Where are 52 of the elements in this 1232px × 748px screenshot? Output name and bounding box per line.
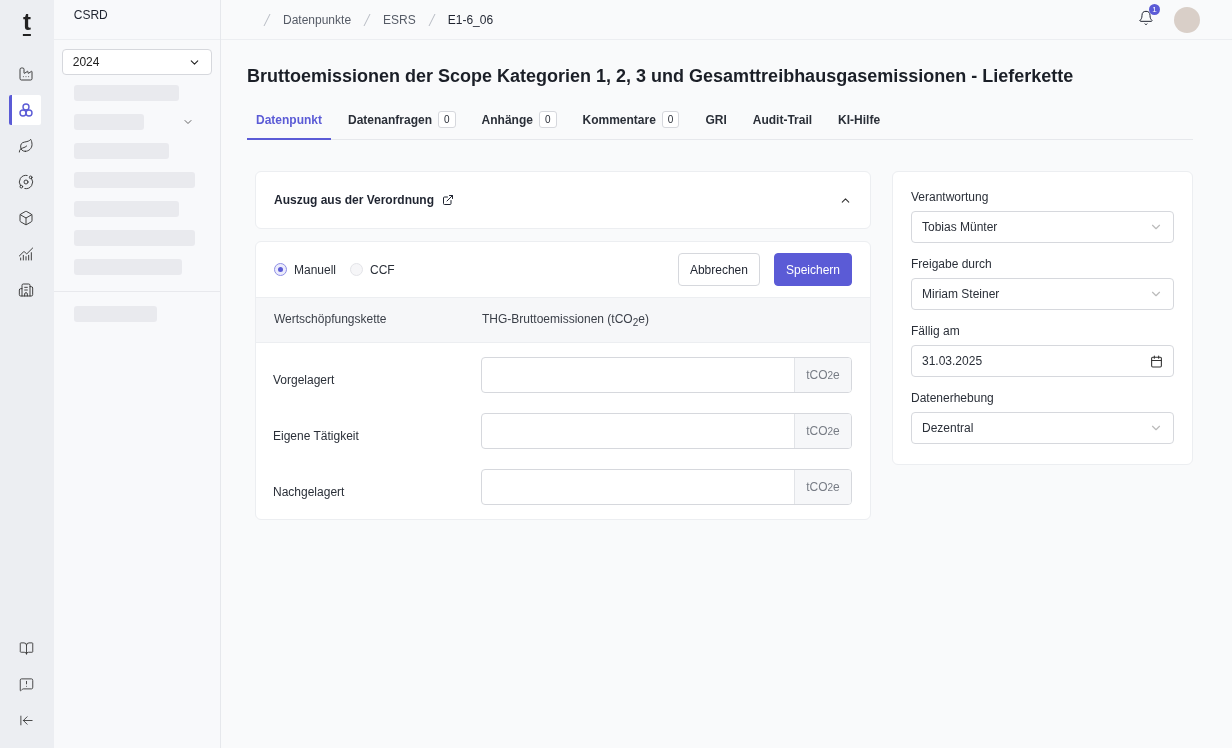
page-title: Bruttoemissionen der Scope Kategorien 1, 2, 3 und Gesamttreibhausgasemissionen - Lieferkette [247, 66, 1075, 87]
building-icon [18, 282, 35, 298]
column-header: Wertschöpfungskette [274, 312, 388, 328]
excerpt-title: Auszug aus der Verordnung [274, 193, 435, 207]
count-badge: 0 [661, 111, 680, 128]
separator-icon [363, 12, 372, 27]
separator-icon [427, 12, 436, 27]
orbit-icon [18, 174, 35, 190]
date-field[interactable]: 31.03.2025 [911, 345, 1174, 377]
box-icon [18, 210, 35, 226]
external-link-icon[interactable] [442, 194, 455, 206]
sidebar-title: CSRD [53, 0, 220, 40]
breadcrumb-link[interactable]: ESRS [383, 12, 416, 27]
chart-icon [18, 246, 35, 262]
cancel-button[interactable]: Abbrechen [677, 253, 760, 286]
notification-badge: 1 [1149, 3, 1160, 15]
select-field[interactable]: Tobias Münter [911, 211, 1174, 243]
select-field[interactable]: Dezentral [911, 412, 1174, 444]
radio-option[interactable]: Manuell [274, 262, 337, 277]
tab[interactable]: Kommentare 0 [573, 111, 689, 140]
row-label: Vorgelagert [273, 372, 336, 388]
field-label: Fällig am [911, 324, 961, 338]
save-button[interactable]: Speichern [773, 253, 852, 286]
circles-icon [18, 102, 35, 118]
message-alert-icon [18, 676, 34, 692]
logo[interactable]: t [22, 8, 31, 36]
row-label: Nachgelagert [273, 484, 346, 500]
nav-button[interactable] [8, 95, 41, 125]
tab[interactable]: Datenanfragen 0 [339, 111, 465, 140]
tab[interactable]: Anhänge 0 [472, 111, 566, 140]
separator-icon [263, 12, 271, 27]
count-badge: 0 [438, 111, 456, 128]
breadcrumb-link[interactable]: E1-6_06 [447, 12, 494, 27]
row-label: Eigene Tätigkeit [273, 428, 360, 444]
bell-icon[interactable] [1138, 9, 1154, 26]
select-field[interactable]: Miriam Steiner [911, 278, 1174, 310]
column-header: THG-Bruttoemissionen (tCO$_{2}$e) [482, 312, 650, 329]
tab[interactable]: GRI [696, 111, 736, 140]
tab[interactable]: KI-Hilfe [829, 111, 890, 140]
tab[interactable]: Datenpunkt [247, 111, 331, 140]
leaf-icon [18, 138, 35, 154]
tab[interactable]: Audit-Trail [743, 111, 822, 140]
field-label: Datenerhebung [911, 391, 995, 405]
calendar-icon [1150, 354, 1163, 368]
field-label: Verantwortung [911, 190, 990, 204]
count-badge: 0 [538, 111, 557, 128]
factory-icon [18, 66, 35, 82]
radio-option[interactable]: CCF [350, 262, 395, 277]
book-icon [18, 640, 34, 656]
year-select[interactable]: 2024 [61, 49, 212, 75]
field-label: Freigabe durch [911, 257, 993, 271]
breadcrumb-link[interactable]: Datenpunkte [283, 12, 352, 27]
